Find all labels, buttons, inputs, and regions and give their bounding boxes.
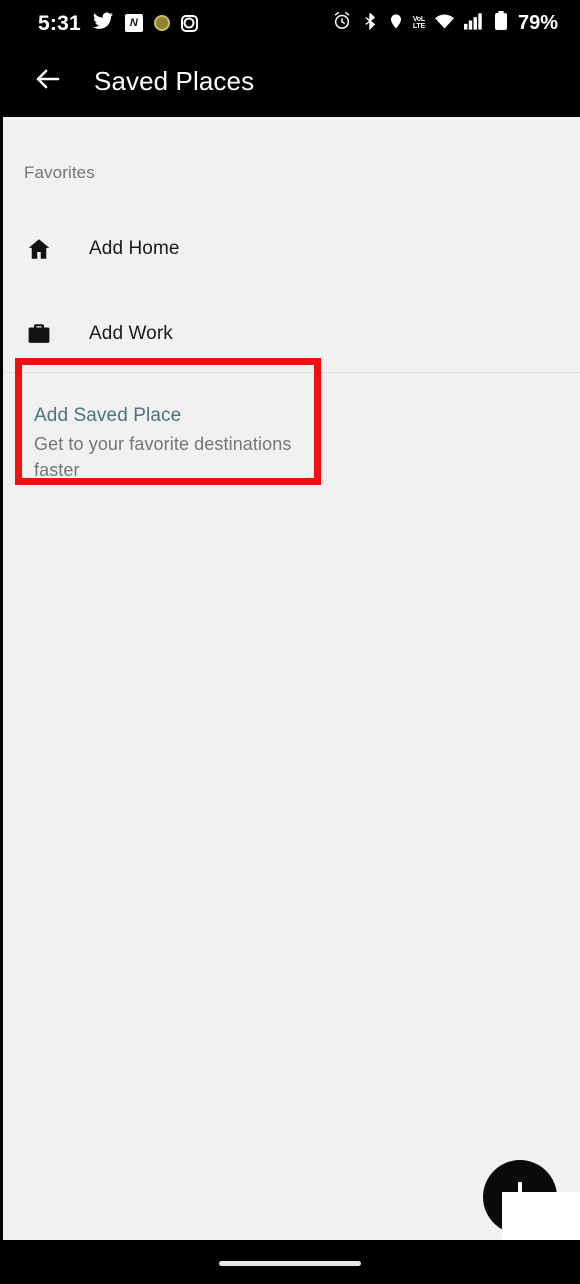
back-button[interactable] bbox=[24, 58, 72, 106]
system-navigation-bar bbox=[0, 1240, 580, 1284]
signal-icon bbox=[463, 12, 485, 35]
gold-circle-icon bbox=[153, 15, 170, 31]
volte-icon: VoL LTE bbox=[412, 15, 425, 31]
wifi-icon bbox=[434, 12, 455, 35]
list-item-add-work[interactable]: Add Work bbox=[3, 303, 580, 365]
status-bar-clock: 5:31 bbox=[38, 11, 81, 35]
page-title: Saved Places bbox=[94, 66, 255, 96]
location-icon bbox=[388, 11, 404, 36]
arrow-left-icon bbox=[33, 64, 63, 99]
home-gesture-pill[interactable] bbox=[219, 1261, 361, 1266]
alarm-icon bbox=[332, 11, 352, 36]
briefcase-icon bbox=[24, 319, 54, 349]
instagram-icon bbox=[180, 14, 198, 32]
list-item-add-home[interactable]: Add Home bbox=[3, 218, 580, 280]
saved-place-text-block: Add Saved Place Get to your favorite des… bbox=[34, 403, 314, 483]
list-item-add-saved-place[interactable]: Add Saved Place Get to your favorite des… bbox=[15, 358, 321, 485]
news-n-icon: N bbox=[124, 14, 143, 32]
status-bar: 5:31 N VoL LTE 79% bbox=[0, 0, 580, 46]
section-header-favorites: Favorites bbox=[24, 163, 95, 182]
twitter-icon bbox=[92, 10, 114, 37]
phone-screen: 5:31 N VoL LTE 79% Saved Places Favorite… bbox=[0, 0, 580, 1284]
content-area: Favorites Add Home Add Work Add Saved Pl… bbox=[3, 117, 580, 1240]
saved-place-title: Add Saved Place bbox=[34, 405, 182, 426]
saved-place-subtitle: Get to your favorite destinations faster bbox=[34, 434, 292, 480]
list-item-label: Add Home bbox=[89, 238, 180, 259]
app-bar: Saved Places bbox=[0, 46, 580, 117]
bluetooth-icon bbox=[361, 11, 379, 36]
status-bar-left: 5:31 N bbox=[38, 10, 198, 37]
list-item-label: Add Work bbox=[89, 323, 173, 344]
status-bar-right: VoL LTE 79% bbox=[332, 10, 558, 36]
home-icon bbox=[24, 234, 54, 264]
battery-icon bbox=[494, 10, 508, 36]
battery-percent-label: 79% bbox=[517, 11, 558, 34]
